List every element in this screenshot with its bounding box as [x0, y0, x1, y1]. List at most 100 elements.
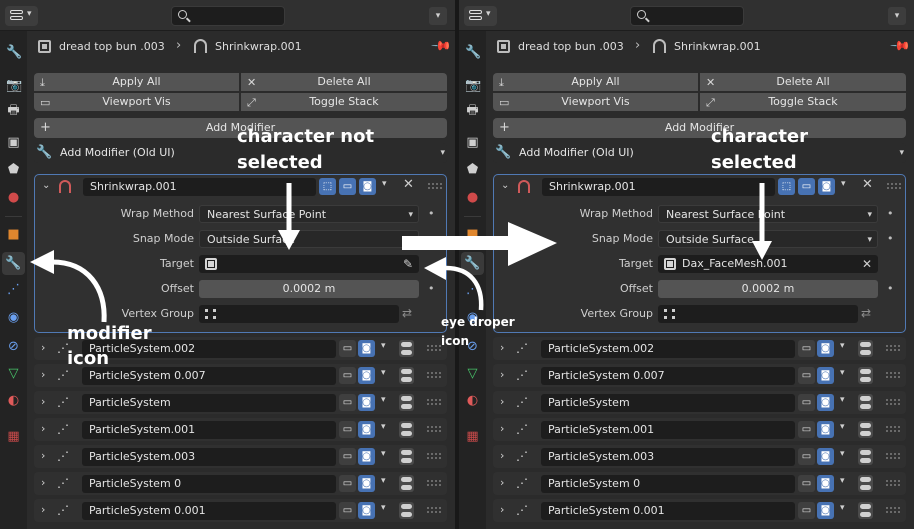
drag-handle[interactable] [886, 345, 900, 351]
expand-chevron-icon[interactable]: › [41, 503, 45, 516]
drag-handle[interactable] [886, 426, 900, 432]
toggle-stack-button[interactable]: ⤢ Toggle Stack [241, 93, 447, 111]
drag-handle[interactable] [886, 372, 900, 378]
render-toggle[interactable]: ◙ [358, 340, 375, 357]
particle-system-name-field[interactable]: ParticleSystem.001 [82, 421, 336, 439]
viewport-toggle[interactable]: ▭ [339, 178, 356, 195]
on-cage-toggle[interactable]: ⬚ [778, 178, 795, 195]
tab-material-icon[interactable]: ◐ [465, 393, 480, 408]
invert-arrows-icon[interactable]: ⇄ [402, 306, 412, 320]
particle-system-name-field[interactable]: ParticleSystem 0.007 [541, 367, 795, 385]
eyedropper-icon[interactable]: ✎ [403, 255, 413, 273]
drag-handle[interactable] [427, 372, 441, 378]
particle-system-name-field[interactable]: ParticleSystem 0 [82, 475, 336, 493]
tab-modifier-wrench-icon[interactable]: 🔧 [2, 252, 25, 275]
tab-output-icon[interactable]: 🖶 [6, 103, 21, 118]
viewport-toggle[interactable]: ▭ [339, 448, 356, 465]
particle-toggle-icon[interactable] [858, 475, 873, 492]
animate-dot-icon[interactable]: • [887, 207, 894, 220]
particle-system-name-field[interactable]: ParticleSystem.003 [541, 448, 795, 466]
render-toggle[interactable]: ◙ [358, 448, 375, 465]
chevron-down-icon[interactable]: ▾ [381, 476, 386, 486]
chevron-down-icon[interactable]: ▾ [840, 395, 845, 405]
wrap-method-select[interactable]: Nearest Surface Point ▾ [658, 205, 878, 223]
expand-chevron-icon[interactable]: › [500, 395, 504, 408]
editor-type-button[interactable]: ▾ [464, 6, 497, 26]
particle-system-name-field[interactable]: ParticleSystem [82, 394, 336, 412]
viewport-vis-button[interactable]: ▭ Viewport Vis [493, 93, 698, 111]
chevron-down-icon[interactable]: ▾ [840, 476, 845, 486]
particle-toggle-icon[interactable] [399, 502, 414, 519]
chevron-down-icon[interactable]: ▾ [381, 422, 386, 432]
chevron-down-icon[interactable]: ▾ [840, 422, 845, 432]
drag-handle[interactable] [428, 183, 442, 189]
expand-chevron-icon[interactable]: › [500, 368, 504, 381]
expand-chevron-icon[interactable]: › [500, 476, 504, 489]
viewport-toggle[interactable]: ▭ [798, 475, 815, 492]
viewport-toggle[interactable]: ▭ [798, 178, 815, 195]
render-toggle[interactable]: ◙ [358, 394, 375, 411]
chevron-down-icon[interactable]: ▾ [840, 503, 845, 513]
chevron-down-icon[interactable]: ▾ [381, 449, 386, 459]
snap-mode-select[interactable]: Outside Surface ▾ [658, 230, 878, 248]
delete-all-button[interactable]: ✕ Delete All [700, 73, 906, 91]
vertex-group-field[interactable] [199, 305, 399, 323]
particle-system-name-field[interactable]: ParticleSystem 0 [541, 475, 795, 493]
render-toggle[interactable]: ◙ [817, 367, 834, 384]
expand-chevron-icon[interactable]: › [41, 449, 45, 462]
particle-toggle-icon[interactable] [399, 394, 414, 411]
render-toggle[interactable]: ◙ [358, 421, 375, 438]
tab-constraints-icon[interactable]: ⊘ [6, 339, 21, 354]
expand-chevron-icon[interactable]: › [41, 368, 45, 381]
drag-handle[interactable] [886, 480, 900, 486]
particle-toggle-icon[interactable] [858, 394, 873, 411]
chevron-down-icon[interactable]: ▾ [382, 179, 387, 189]
drag-handle[interactable] [886, 453, 900, 459]
particle-system-name-field[interactable]: ParticleSystem.002 [541, 340, 795, 358]
chevron-down-icon[interactable]: ▾ [381, 395, 386, 405]
pin-icon[interactable]: 📌 [889, 35, 911, 57]
viewport-toggle[interactable]: ▭ [798, 421, 815, 438]
viewport-toggle[interactable]: ▭ [798, 502, 815, 519]
viewport-toggle[interactable]: ▭ [798, 340, 815, 357]
tab-data-icon[interactable]: ▽ [6, 366, 21, 381]
chevron-down-icon[interactable]: ▾ [381, 503, 386, 513]
viewport-toggle[interactable]: ▭ [339, 340, 356, 357]
particle-toggle-icon[interactable] [399, 340, 414, 357]
tab-texture-icon[interactable]: ▦ [6, 429, 21, 444]
modifier-name-field[interactable]: Shrinkwrap.001 [83, 178, 316, 196]
render-toggle[interactable]: ◙ [358, 367, 375, 384]
drag-handle[interactable] [427, 507, 441, 513]
animate-dot-icon[interactable]: • [428, 232, 435, 245]
render-toggle[interactable]: ◙ [817, 421, 834, 438]
tab-render-icon[interactable]: 📷 [6, 78, 22, 93]
chevron-down-icon[interactable]: ▾ [381, 341, 386, 351]
animate-dot-icon[interactable]: • [428, 282, 435, 295]
tab-particles-icon[interactable]: ⋰ [465, 282, 480, 297]
particle-system-name-field[interactable]: ParticleSystem [541, 394, 795, 412]
expand-chevron-icon[interactable]: › [500, 449, 504, 462]
on-cage-toggle[interactable]: ⬚ [319, 178, 336, 195]
expand-chevron-icon[interactable]: › [41, 395, 45, 408]
drag-handle[interactable] [427, 426, 441, 432]
tab-object-icon[interactable]: ■ [6, 227, 21, 242]
render-toggle[interactable]: ◙ [817, 340, 834, 357]
clear-icon[interactable]: ✕ [862, 255, 872, 273]
close-icon[interactable]: ✕ [403, 177, 414, 192]
toggle-stack-button[interactable]: ⤢ Toggle Stack [700, 93, 906, 111]
expand-chevron-icon[interactable]: › [500, 422, 504, 435]
expand-chevron-icon[interactable]: › [500, 341, 504, 354]
tab-scene-icon[interactable]: ⬟ [6, 162, 21, 177]
offset-field[interactable]: 0.0002 m [658, 280, 878, 298]
target-field[interactable]: Dax_FaceMesh.001 ✕ [658, 255, 878, 273]
properties-search-input[interactable] [171, 6, 285, 26]
particle-toggle-icon[interactable] [858, 502, 873, 519]
render-toggle[interactable]: ◙ [817, 502, 834, 519]
drag-handle[interactable] [427, 480, 441, 486]
chevron-down-icon[interactable]: ▾ [840, 449, 845, 459]
expand-chevron-icon[interactable]: › [500, 503, 504, 516]
render-toggle[interactable]: ◙ [359, 178, 376, 195]
particle-system-name-field[interactable]: ParticleSystem.001 [541, 421, 795, 439]
drag-handle[interactable] [427, 399, 441, 405]
particle-system-name-field[interactable]: ParticleSystem 0.001 [541, 502, 795, 520]
